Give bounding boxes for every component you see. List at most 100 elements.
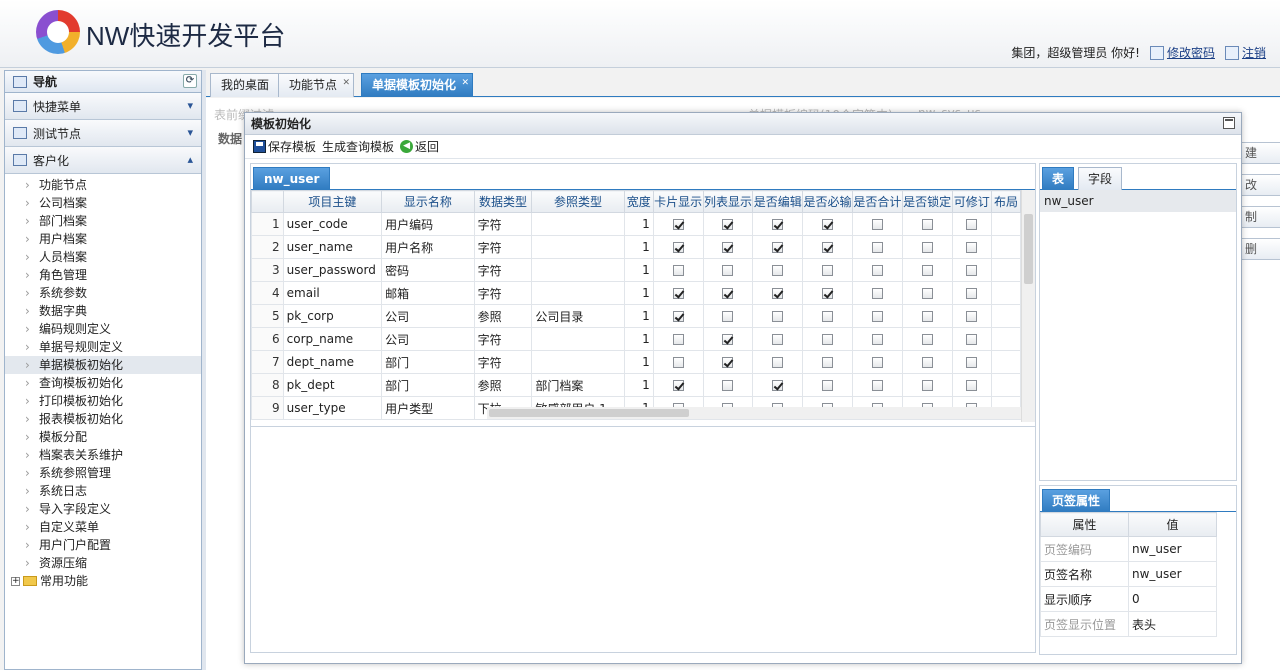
checkbox[interactable] (822, 242, 834, 253)
checkbox[interactable] (921, 380, 933, 391)
checkbox[interactable] (921, 357, 933, 368)
tab-bill-template-init[interactable]: 单据模板初始化 ✕ (361, 72, 474, 97)
checkbox[interactable] (772, 311, 784, 322)
ref-type-cell[interactable]: 部门档案 (531, 373, 625, 397)
layout-cell[interactable] (990, 304, 1021, 328)
item-key-cell[interactable]: email (282, 281, 383, 305)
nav-item[interactable]: 用户档案 (5, 230, 201, 248)
width-cell[interactable]: 1 (623, 327, 654, 351)
scroll-thumb[interactable] (1024, 214, 1033, 284)
nav-item[interactable]: 报表模板初始化 (5, 410, 201, 428)
section-quick-menu[interactable]: 快捷菜单 ▾ (5, 93, 201, 120)
checkbox[interactable] (966, 311, 978, 322)
close-icon[interactable]: ✕ (461, 72, 469, 94)
ref-type-cell[interactable] (531, 212, 625, 236)
tab-tab-properties[interactable]: 页签属性 (1042, 489, 1111, 512)
checkbox[interactable] (672, 334, 684, 345)
checkbox[interactable] (822, 288, 834, 299)
data-type-cell[interactable]: 字符 (473, 350, 533, 374)
data-type-cell[interactable]: 参照 (473, 304, 533, 328)
section-customization[interactable]: 客户化 ▴ (5, 147, 201, 174)
checkbox[interactable] (921, 219, 933, 230)
checkbox[interactable] (871, 242, 883, 253)
data-type-cell[interactable]: 字符 (473, 281, 533, 305)
table-row[interactable]: 7 dept_name 部门 字符 1 (251, 350, 1021, 374)
ref-type-cell[interactable] (531, 350, 625, 374)
nav-item[interactable]: 用户门户配置 (5, 536, 201, 554)
checkbox[interactable] (772, 288, 784, 299)
column-header[interactable]: 参照类型 (531, 190, 625, 213)
checkbox[interactable] (966, 380, 978, 391)
column-header[interactable]: 数据类型 (473, 190, 533, 213)
checkbox[interactable] (871, 357, 883, 368)
generate-query-template-button[interactable]: 生成查询模板 (322, 138, 394, 155)
section-test-node[interactable]: 测试节点 ▾ (5, 120, 201, 147)
property-value[interactable]: nw_user (1128, 561, 1217, 587)
checkbox[interactable] (722, 311, 734, 322)
ref-type-cell[interactable] (531, 258, 625, 282)
grid-vertical-scrollbar[interactable] (1021, 190, 1035, 422)
nav-item[interactable]: 数据字典 (5, 302, 201, 320)
display-name-cell[interactable]: 公司 (381, 304, 475, 328)
column-header[interactable]: 可修订 (951, 190, 992, 213)
column-header[interactable]: 显示名称 (381, 190, 475, 213)
nav-item[interactable]: 角色管理 (5, 266, 201, 284)
ref-type-cell[interactable] (531, 281, 625, 305)
display-name-cell[interactable]: 邮箱 (381, 281, 475, 305)
checkbox[interactable] (772, 265, 784, 276)
grid-horizontal-scrollbar[interactable] (487, 407, 1021, 419)
display-name-cell[interactable]: 密码 (381, 258, 475, 282)
save-template-button[interactable]: 保存模板 (253, 138, 316, 155)
column-header[interactable]: 是否必输 (802, 190, 853, 213)
width-cell[interactable]: 1 (623, 212, 654, 236)
data-type-cell[interactable]: 参照 (473, 373, 533, 397)
checkbox[interactable] (722, 288, 734, 299)
nav-item[interactable]: 资源压缩 (5, 554, 201, 572)
property-row[interactable]: 页签名称 nw_user (1040, 561, 1217, 587)
item-key-cell[interactable]: user_name (282, 235, 383, 259)
new-button[interactable]: 建 (1240, 142, 1280, 164)
nav-item[interactable]: 档案表关系维护 (5, 446, 201, 464)
table-row[interactable]: 3 user_password 密码 字符 1 (251, 258, 1021, 282)
item-key-cell[interactable]: dept_name (282, 350, 383, 374)
table-row[interactable]: 6 corp_name 公司 字符 1 (251, 327, 1021, 351)
change-password-link[interactable]: 修改密码 (1149, 44, 1215, 61)
checkbox[interactable] (722, 380, 734, 391)
nav-item[interactable]: 系统参照管理 (5, 464, 201, 482)
width-cell[interactable]: 1 (623, 373, 654, 397)
nav-item[interactable]: 查询模板初始化 (5, 374, 201, 392)
nav-item[interactable]: 单据模板初始化 (5, 356, 201, 374)
checkbox[interactable] (871, 311, 883, 322)
nav-item[interactable]: 系统日志 (5, 482, 201, 500)
property-value[interactable]: 0 (1128, 586, 1217, 612)
display-name-cell[interactable]: 用户类型 (381, 396, 475, 420)
nav-item[interactable]: 导入字段定义 (5, 500, 201, 518)
checkbox[interactable] (921, 265, 933, 276)
checkbox[interactable] (966, 219, 978, 230)
back-button[interactable]: ◀ 返回 (400, 138, 439, 155)
item-key-cell[interactable]: user_password (282, 258, 383, 282)
display-name-cell[interactable]: 公司 (381, 327, 475, 351)
expand-icon[interactable]: + (11, 576, 20, 586)
item-key-cell[interactable]: pk_corp (282, 304, 383, 328)
ref-type-cell[interactable]: 公司目录 (531, 304, 625, 328)
layout-cell[interactable] (990, 350, 1021, 374)
checkbox[interactable] (966, 334, 978, 345)
column-header[interactable]: 项目主键 (282, 190, 383, 213)
checkbox[interactable] (871, 288, 883, 299)
tab-function-nodes[interactable]: 功能节点 ✕ (278, 73, 355, 97)
checkbox[interactable] (672, 357, 684, 368)
column-header[interactable]: 是否锁定 (901, 190, 953, 213)
property-value[interactable]: 表头 (1128, 611, 1217, 637)
checkbox[interactable] (672, 219, 684, 230)
checkbox[interactable] (672, 288, 684, 299)
tab-nw-user[interactable]: nw_user (253, 167, 331, 190)
checkbox[interactable] (871, 219, 883, 230)
checkbox[interactable] (921, 288, 933, 299)
width-cell[interactable]: 1 (623, 235, 654, 259)
nav-item[interactable]: 部门档案 (5, 212, 201, 230)
checkbox[interactable] (921, 311, 933, 322)
item-key-cell[interactable]: corp_name (282, 327, 383, 351)
refresh-icon[interactable]: ⟳ (183, 74, 197, 88)
nav-item[interactable]: 单据号规则定义 (5, 338, 201, 356)
